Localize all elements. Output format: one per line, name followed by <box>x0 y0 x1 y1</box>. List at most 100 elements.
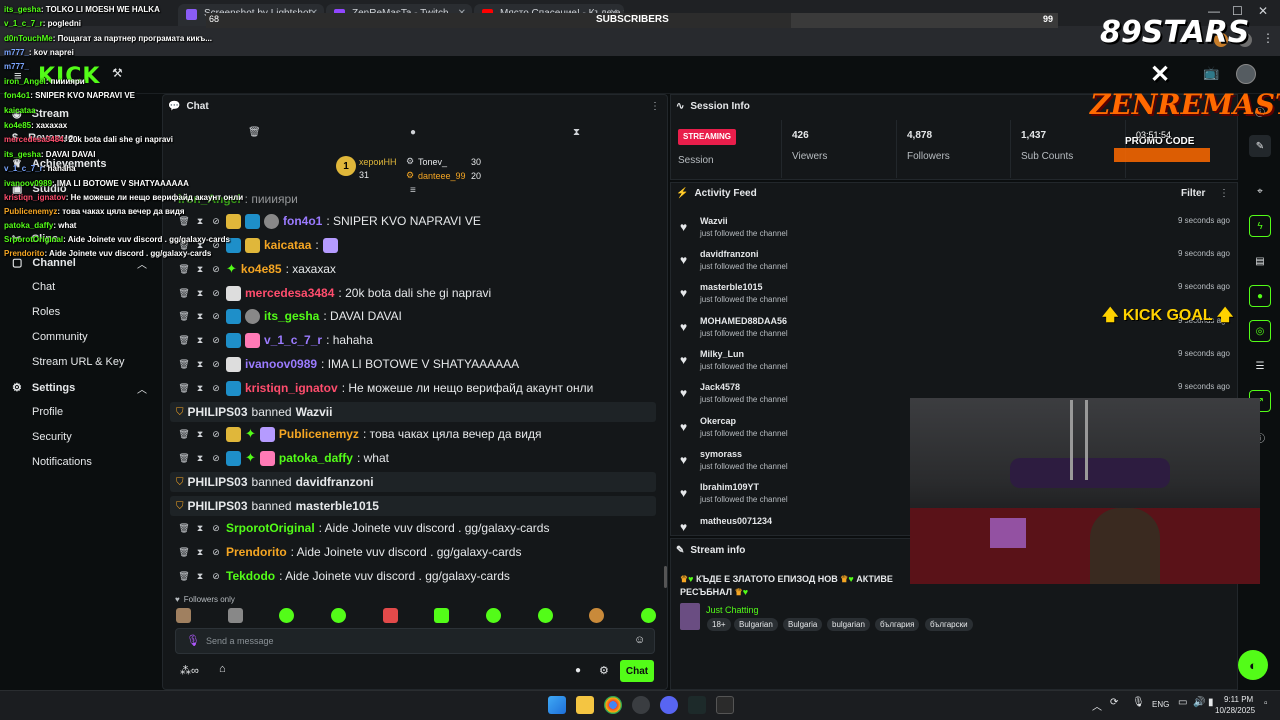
obs-icon[interactable] <box>632 696 650 714</box>
emote-icon[interactable] <box>589 608 605 623</box>
timeout-icon[interactable]: ⧗ <box>194 264 206 275</box>
sidebar-item-stream-url[interactable]: Stream URL & Key <box>32 356 125 368</box>
collapse-icon[interactable]: ≡ <box>410 185 416 196</box>
timeout-icon[interactable]: ⧗ <box>194 383 206 394</box>
timeout-icon[interactable]: ⧗ <box>194 571 206 582</box>
delete-icon[interactable]: 🗑 <box>178 453 190 464</box>
timeout-icon[interactable]: ⧗ <box>194 335 206 346</box>
emote-icon[interactable] <box>382 608 398 623</box>
ban-icon[interactable]: ⊘ <box>210 453 222 464</box>
timeout-icon[interactable]: ⧗ <box>194 311 206 322</box>
tray-chevron-icon[interactable]: ︿ <box>1092 698 1102 713</box>
ban-icon[interactable]: ⊘ <box>210 288 222 299</box>
emoji-icon[interactable]: ☺ <box>634 634 645 646</box>
lightning-icon[interactable]: ϟ <box>1249 215 1271 237</box>
gear-icon[interactable]: ⚙ <box>599 664 609 677</box>
chrome-icon[interactable] <box>604 696 622 714</box>
emote-icon[interactable] <box>279 608 295 623</box>
delete-icon[interactable]: 🗑 <box>178 429 190 440</box>
sidebar-item-community[interactable]: Community <box>32 331 88 343</box>
timeout-icon[interactable]: ⧗ <box>194 216 206 227</box>
ban-icon[interactable]: ⊘ <box>210 383 222 394</box>
chat-icon[interactable]: ● <box>410 127 416 138</box>
network-icon[interactable]: ▭ <box>1178 697 1187 708</box>
delete-icon[interactable]: 🗑 <box>178 571 190 582</box>
chat-menu-icon[interactable]: ⋮ <box>650 101 660 112</box>
ban-icon[interactable]: ⊘ <box>210 311 222 322</box>
language-indicator[interactable]: ENG <box>1152 700 1169 709</box>
category-thumbnail[interactable] <box>680 603 700 630</box>
top-gifter-name[interactable]: хероиHH <box>359 157 396 167</box>
tv-icon[interactable]: 📺 <box>1203 65 1219 81</box>
microphone-icon[interactable]: 🎙 <box>1132 697 1145 708</box>
trash-icon[interactable]: 🗑 <box>248 127 261 138</box>
target-icon[interactable]: ⌖ <box>1249 180 1271 202</box>
tray-app-icon[interactable]: ⟳ <box>1110 697 1118 708</box>
discord-icon[interactable] <box>660 696 678 714</box>
ban-icon[interactable]: ⊘ <box>210 523 222 534</box>
chat-icon[interactable]: ● <box>1249 285 1271 307</box>
sidebar-item-security[interactable]: Security <box>32 431 72 443</box>
support-icon[interactable]: ◐ <box>1238 650 1268 680</box>
sidebar-item-chat[interactable]: Chat <box>32 281 55 293</box>
sidebar-item-profile[interactable]: Profile <box>32 406 63 418</box>
windows-start-icon[interactable] <box>548 696 566 714</box>
sidebar-section-settings[interactable]: ⚙ Settings <box>12 381 75 395</box>
timeout-icon[interactable]: ⧗ <box>194 288 206 299</box>
message-input[interactable]: 🎙 Send a message ☺ <box>175 628 655 654</box>
delete-icon[interactable]: 🗑 <box>178 383 190 394</box>
close-window-icon[interactable]: ✕ <box>1258 4 1268 18</box>
emote-icon[interactable] <box>485 608 501 623</box>
delete-icon[interactable]: 🗑 <box>178 288 190 299</box>
send-chat-button[interactable]: Chat <box>620 660 654 682</box>
activity-menu-icon[interactable]: ⋮ <box>1219 188 1229 199</box>
timeout-icon[interactable]: ⧗ <box>194 453 206 464</box>
sidebar-item-roles[interactable]: Roles <box>32 306 60 318</box>
layers-icon[interactable]: ☰ <box>1249 355 1271 377</box>
stream-tag[interactable]: Bulgaria <box>783 618 823 631</box>
gifter-name[interactable]: danteee_99 <box>418 171 466 181</box>
ban-icon[interactable]: ⊘ <box>210 429 222 440</box>
stream-tag[interactable]: 18+ <box>707 618 731 631</box>
ban-icon[interactable]: ⊘ <box>210 335 222 346</box>
delete-icon[interactable]: 🗑 <box>178 264 190 275</box>
document-icon[interactable]: ▤ <box>1249 250 1271 272</box>
chevron-up-icon[interactable]: ︿ <box>137 381 147 396</box>
timeout-icon[interactable]: ⧗ <box>194 547 206 558</box>
timeout-icon[interactable]: ⧗ <box>194 429 206 440</box>
menu-icon[interactable]: ⋮ <box>1262 31 1274 45</box>
timeout-icon[interactable]: ⧗ <box>194 359 206 370</box>
stream-title[interactable]: ♛♥ КЪДЕ Е ЗЛАТОТО ЕПИЗОД НОВ ♛♥ АКТИВЕ <box>680 574 893 585</box>
emote-icon[interactable] <box>176 608 191 623</box>
delete-icon[interactable]: 🗑 <box>178 359 190 370</box>
emote-icon[interactable] <box>640 608 656 623</box>
user-avatar[interactable] <box>1236 64 1256 84</box>
sidebar-item-notifications[interactable]: Notifications <box>32 456 92 468</box>
filter-button[interactable]: Filter <box>1181 188 1205 199</box>
delete-icon[interactable]: 🗑 <box>178 311 190 322</box>
delete-icon[interactable]: 🗑 <box>178 335 190 346</box>
volume-icon[interactable]: 🔊 <box>1193 697 1205 708</box>
store-icon[interactable]: ⌂ <box>219 663 226 675</box>
file-explorer-icon[interactable] <box>576 696 594 714</box>
delete-icon[interactable]: 🗑 <box>178 547 190 558</box>
stream-tag[interactable]: български <box>925 618 973 631</box>
ban-icon[interactable]: ⊘ <box>210 547 222 558</box>
ban-icon[interactable]: ⊘ <box>210 216 222 227</box>
clock-date[interactable]: 10/28/2025 <box>1215 706 1255 715</box>
ban-icon[interactable]: ⊘ <box>210 571 222 582</box>
terminal-icon[interactable] <box>716 696 734 714</box>
microphone-icon[interactable]: 🎙 <box>186 634 200 647</box>
ban-icon[interactable]: ⊘ <box>210 359 222 370</box>
emote-icon[interactable] <box>537 608 553 623</box>
delete-icon[interactable]: 🗑 <box>178 216 190 227</box>
stream-tag[interactable]: bulgarian <box>827 618 870 631</box>
timeout-icon[interactable]: ⧗ <box>194 523 206 534</box>
emote-icon[interactable] <box>434 608 450 623</box>
app-icon[interactable] <box>688 696 706 714</box>
stream-tag[interactable]: българия <box>875 618 920 631</box>
emote-icon[interactable] <box>330 608 346 623</box>
gifter-name[interactable]: Tonev_ <box>418 157 447 167</box>
chat-bubble-icon[interactable]: ● <box>575 665 581 676</box>
category-link[interactable]: Just Chatting <box>706 605 759 615</box>
